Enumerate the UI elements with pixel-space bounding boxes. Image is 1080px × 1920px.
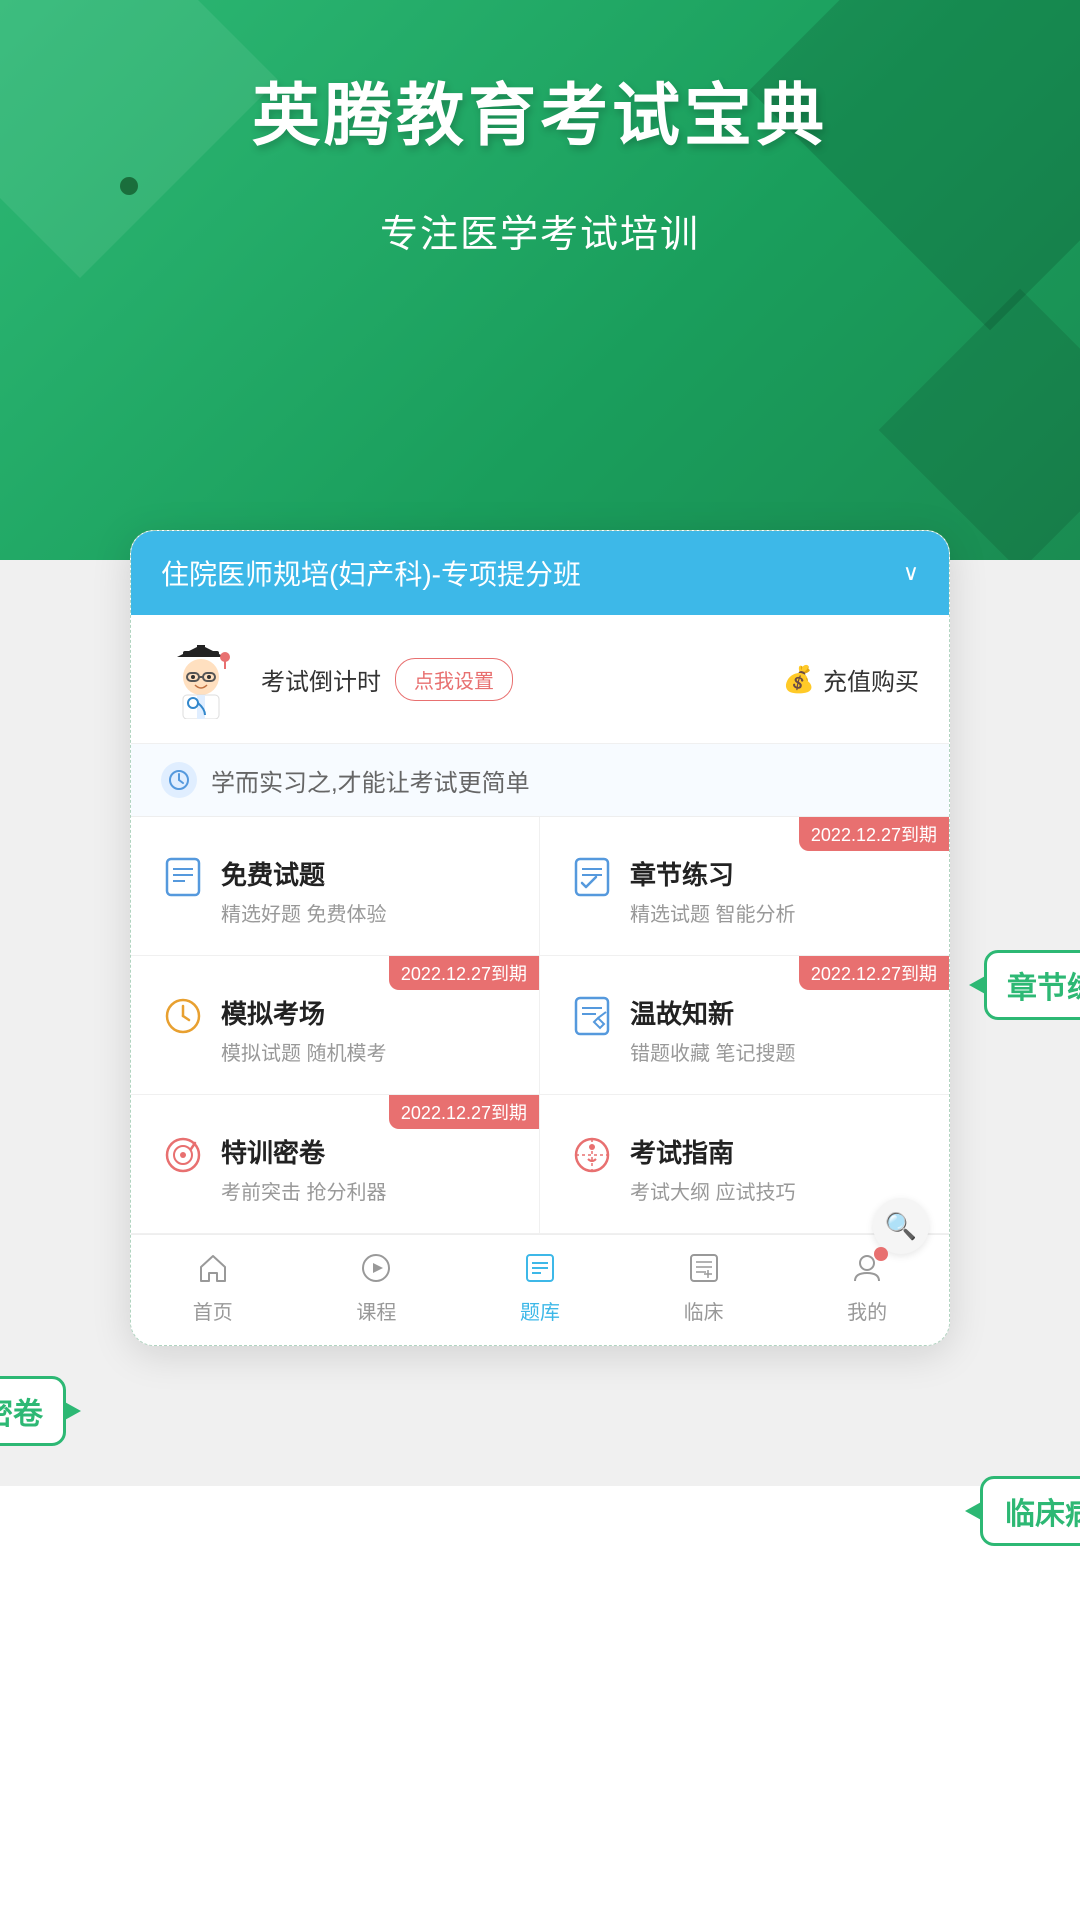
relative-zone: 住院医师规培(妇产科)-专项提分班 ∨ [130,560,950,1346]
recharge-icon: 💰 [783,664,815,695]
hero-decor-br [879,289,1080,560]
special-exam-badge: 2022.12.27到期 [389,1095,539,1129]
callout-special-exam: 特训密卷 [0,1376,66,1446]
motto-text: 学而实习之,才能让考试更简单 [211,763,530,798]
chapter-practice-desc: 精选试题 智能分析 [630,898,796,927]
review-text: 温故知新 错题收藏 笔记搜题 [630,994,796,1066]
recharge-button[interactable]: 💰 充值购买 [783,662,919,697]
mock-exam-title: 模拟考场 [221,994,387,1031]
feature-cell-mock-exam[interactable]: 2022.12.27到期 模拟考场 模 [131,956,540,1095]
countdown-label: 考试倒计时 [261,662,381,697]
main-wrapper: 住院医师规培(妇产科)-专项提分班 ∨ [0,560,1080,1486]
set-countdown-button[interactable]: 点我设置 [395,658,513,701]
exam-countdown: 考试倒计时 点我设置 [261,658,753,701]
footer-area: 🔍 首页 [131,1234,949,1345]
motto-row: 学而实习之,才能让考试更简单 [131,744,949,817]
app-header[interactable]: 住院医师规培(妇产科)-专项提分班 ∨ [131,531,949,615]
exam-guide-text: 考试指南 考试大纲 应试技巧 [630,1133,796,1205]
dropdown-arrow-icon[interactable]: ∨ [903,560,919,586]
exam-guide-desc: 考试大纲 应试技巧 [630,1176,796,1205]
nav-item-course[interactable]: 课程 [356,1251,396,1325]
mock-exam-icon [161,994,205,1038]
special-exam-desc: 考前突击 抢分利器 [221,1176,387,1205]
free-questions-text: 免费试题 精选好题 免费体验 [221,855,387,927]
feature-cell-review[interactable]: 2022.12.27到期 [540,956,949,1095]
hero-dot [120,177,138,195]
home-icon [196,1251,230,1285]
exam-guide-title: 考试指南 [630,1133,796,1170]
review-desc: 错题收藏 笔记搜题 [630,1037,796,1066]
exam-guide-icon [570,1133,614,1177]
app-subtitle: 专注医学考试培训 [380,203,700,258]
review-badge: 2022.12.27到期 [799,956,949,990]
user-info-row: 考试倒计时 点我设置 💰 充值购买 [131,615,949,744]
class-title: 住院医师规培(妇产科)-专项提分班 [161,553,581,593]
avatar [161,639,241,719]
mock-exam-text: 模拟考场 模拟试题 随机模考 [221,994,387,1066]
search-float-button[interactable]: 🔍 [873,1198,929,1254]
feature-cell-chapter-practice[interactable]: 2022.12.27到期 章节练 [540,817,949,956]
nav-label-mine: 我的 [847,1296,887,1325]
phone-card: 住院医师规培(妇产科)-专项提分班 ∨ [130,530,950,1346]
chapter-practice-text: 章节练习 精选试题 智能分析 [630,855,796,927]
review-title: 温故知新 [630,994,796,1031]
nav-item-mine[interactable]: 我的 [847,1251,887,1325]
clinical-icon [687,1251,721,1285]
free-questions-desc: 精选好题 免费体验 [221,898,387,927]
chapter-practice-badge: 2022.12.27到期 [799,817,949,851]
nav-label-question-bank: 题库 [520,1296,560,1325]
special-exam-icon [161,1133,205,1177]
nav-item-clinical[interactable]: 临床 [684,1251,724,1325]
question-bank-icon [523,1251,557,1285]
chapter-practice-title: 章节练习 [630,855,796,892]
callout-chapter-practice: 章节练习 [984,950,1080,1020]
nav-label-clinical: 临床 [684,1296,724,1325]
nav-item-home[interactable]: 首页 [193,1251,233,1325]
special-exam-text: 特训密卷 考前突击 抢分利器 [221,1133,387,1205]
feature-grid: 免费试题 精选好题 免费体验 2022.12.27到期 [131,817,949,1234]
mock-exam-badge: 2022.12.27到期 [389,956,539,990]
clock-icon [161,762,197,798]
free-questions-icon [161,855,205,899]
bottom-nav: 首页 课程 [131,1234,949,1345]
hero-decor-tr [750,0,1080,330]
app-title: 英腾教育考试宝典 [252,60,828,159]
callout-clinical-case: 临床病例 [980,1476,1080,1546]
recharge-label: 充值购买 [823,662,919,697]
mock-exam-desc: 模拟试题 随机模考 [221,1037,387,1066]
feature-cell-free-questions[interactable]: 免费试题 精选好题 免费体验 [131,817,540,956]
free-questions-title: 免费试题 [221,855,387,892]
nav-item-question-bank[interactable]: 题库 [520,1251,560,1325]
hero-decor-tl [0,0,278,278]
chapter-practice-icon [570,855,614,899]
course-icon [359,1251,393,1285]
nav-label-course: 课程 [356,1296,396,1325]
notification-dot [874,1247,888,1261]
feature-cell-special-exam[interactable]: 2022.12.27到期 特训密 [131,1095,540,1234]
hero-section: 英腾教育考试宝典 专注医学考试培训 [0,0,1080,560]
special-exam-title: 特训密卷 [221,1133,387,1170]
nav-label-home: 首页 [193,1296,233,1325]
review-icon [570,994,614,1038]
